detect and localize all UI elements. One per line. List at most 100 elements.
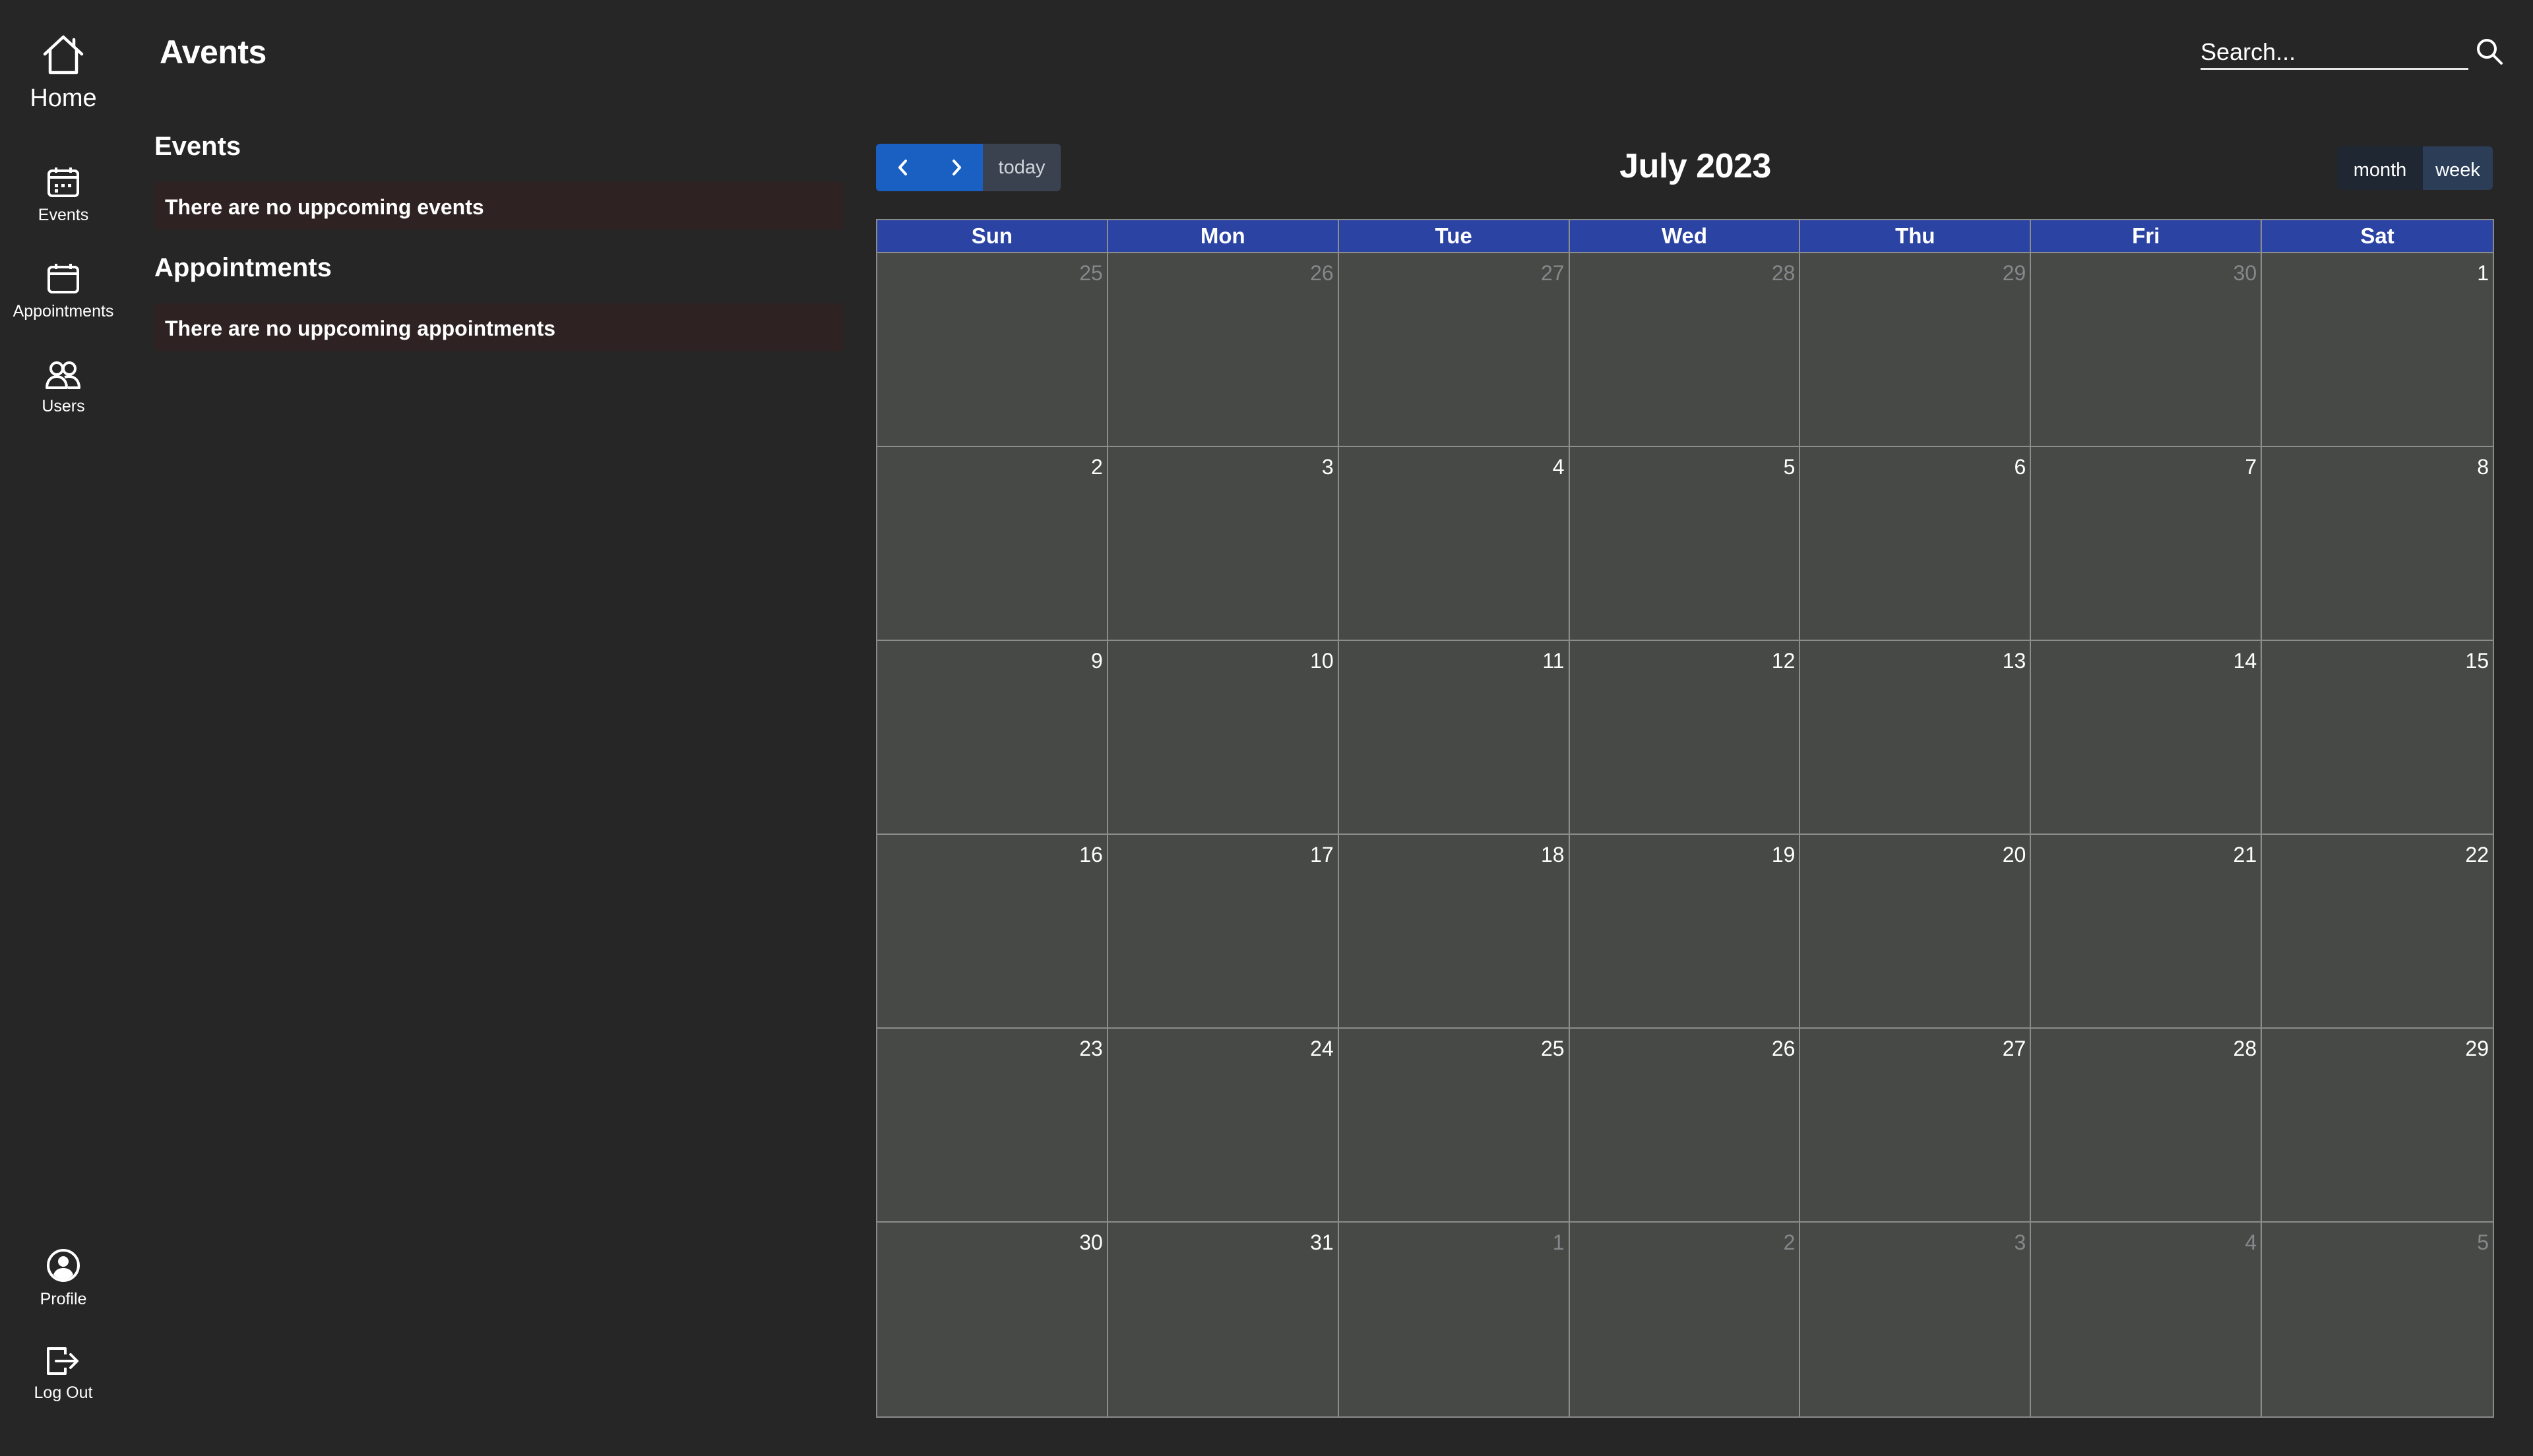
day-cell[interactable]: 8 [2262, 447, 2493, 641]
weekday-header: Thu [1800, 220, 2032, 253]
day-cell[interactable]: 6 [1800, 447, 2032, 641]
day-cell[interactable]: 3 [1800, 1223, 2032, 1416]
day-number: 30 [2233, 261, 2257, 285]
day-cell[interactable]: 9 [877, 641, 1108, 835]
day-cell[interactable]: 12 [1569, 641, 1801, 835]
weekday-header: Tue [1338, 220, 1570, 253]
chevron-right-icon [952, 160, 961, 175]
search-input[interactable] [2201, 36, 2468, 70]
day-cell[interactable]: 26 [1108, 253, 1339, 447]
day-number: 5 [1783, 455, 1796, 479]
nav-logout[interactable]: Log Out [0, 1345, 127, 1403]
month-calendar: Sun Mon Tue Wed Thu Fri Sat 25 26 27 28 29 30 1 2 3 4 5 6 7… [876, 219, 2494, 1418]
day-number: 4 [2245, 1230, 2257, 1254]
day-number: 27 [2002, 1037, 2026, 1060]
day-number: 23 [1079, 1037, 1103, 1060]
day-number: 25 [1540, 1037, 1565, 1060]
day-cell[interactable]: 14 [2031, 641, 2263, 835]
view-switcher: month week [2337, 146, 2493, 190]
day-number: 28 [1771, 261, 1796, 285]
logout-icon [47, 1347, 78, 1375]
day-number: 12 [1771, 649, 1796, 673]
day-cell[interactable]: 21 [2031, 835, 2263, 1029]
nav-appointments[interactable]: Appointments [0, 262, 127, 321]
day-number: 11 [1542, 649, 1565, 673]
search-bar [2201, 36, 2503, 73]
day-cell[interactable]: 25 [877, 253, 1108, 447]
calendar-events-icon [47, 167, 79, 197]
day-number: 14 [2233, 649, 2257, 673]
next-month-button[interactable] [929, 144, 983, 191]
day-number: 26 [1310, 261, 1334, 285]
day-number: 30 [1079, 1230, 1103, 1254]
weekday-header: Mon [1108, 220, 1339, 253]
day-cell[interactable]: 22 [2262, 835, 2493, 1029]
day-number: 2 [1783, 1230, 1796, 1254]
day-cell[interactable]: 29 [1800, 253, 2032, 447]
day-cell[interactable]: 11 [1338, 641, 1570, 835]
day-cell[interactable]: 2 [1569, 1223, 1801, 1416]
day-cell[interactable]: 13 [1800, 641, 2032, 835]
day-cell[interactable]: 27 [1338, 253, 1570, 447]
day-cell[interactable]: 1 [2262, 253, 2493, 447]
day-number: 17 [1310, 843, 1334, 866]
day-cell[interactable]: 18 [1338, 835, 1570, 1029]
nav-users[interactable]: Users [0, 360, 127, 416]
day-cell[interactable]: 24 [1108, 1029, 1339, 1223]
day-cell[interactable]: 23 [877, 1029, 1108, 1223]
day-number: 4 [1552, 455, 1565, 479]
day-cell[interactable]: 28 [1569, 253, 1801, 447]
day-number: 8 [2477, 455, 2489, 479]
chevron-left-icon [898, 160, 907, 175]
day-cell[interactable]: 27 [1800, 1029, 2032, 1223]
appointments-heading: Appointments [154, 253, 332, 282]
day-cell[interactable]: 26 [1569, 1029, 1801, 1223]
nav-appointments-label: Appointments [13, 302, 114, 320]
day-cell[interactable]: 31 [1108, 1223, 1339, 1416]
day-cell[interactable]: 1 [1338, 1223, 1570, 1416]
nav-logout-label: Log Out [34, 1383, 93, 1402]
day-cell[interactable]: 16 [877, 835, 1108, 1029]
day-cell[interactable]: 3 [1108, 447, 1339, 641]
day-cell[interactable]: 19 [1569, 835, 1801, 1029]
day-number: 6 [2014, 455, 2026, 479]
day-cell[interactable]: 5 [2262, 1223, 2493, 1416]
weekday-header: Sat [2262, 220, 2493, 253]
day-number: 28 [2233, 1037, 2257, 1060]
day-number: 7 [2245, 455, 2257, 479]
sidebar: Home Events Appointments Users Profile L… [0, 0, 127, 1456]
day-cell[interactable]: 20 [1800, 835, 2032, 1029]
day-cell[interactable]: 25 [1338, 1029, 1570, 1223]
users-icon [46, 361, 80, 389]
day-cell[interactable]: 30 [2031, 253, 2263, 447]
calendar-nav-group: today [876, 144, 1061, 191]
day-number: 5 [2477, 1230, 2489, 1254]
day-number: 10 [1310, 649, 1334, 673]
day-number: 29 [2002, 261, 2026, 285]
day-number: 25 [1079, 261, 1103, 285]
home-icon [43, 35, 84, 75]
day-number: 9 [1091, 649, 1103, 673]
day-number: 24 [1310, 1037, 1334, 1060]
prev-month-button[interactable] [876, 144, 929, 191]
day-number: 18 [1540, 843, 1565, 866]
day-cell[interactable]: 30 [877, 1223, 1108, 1416]
day-cell[interactable]: 4 [2031, 1223, 2263, 1416]
nav-profile[interactable]: Profile [0, 1248, 127, 1309]
nav-home[interactable]: Home [0, 33, 127, 113]
day-cell[interactable]: 29 [2262, 1029, 2493, 1223]
week-view-button[interactable]: week [2423, 146, 2493, 190]
day-cell[interactable]: 7 [2031, 447, 2263, 641]
day-cell[interactable]: 4 [1338, 447, 1570, 641]
nav-events[interactable]: Events [0, 166, 127, 225]
today-button[interactable]: today [983, 144, 1061, 191]
day-number: 22 [2465, 843, 2489, 866]
day-cell[interactable]: 15 [2262, 641, 2493, 835]
day-cell[interactable]: 10 [1108, 641, 1339, 835]
day-cell[interactable]: 17 [1108, 835, 1339, 1029]
day-cell[interactable]: 28 [2031, 1029, 2263, 1223]
day-cell[interactable]: 5 [1569, 447, 1801, 641]
month-view-button[interactable]: month [2337, 146, 2423, 190]
day-cell[interactable]: 2 [877, 447, 1108, 641]
search-icon[interactable] [2475, 37, 2504, 66]
